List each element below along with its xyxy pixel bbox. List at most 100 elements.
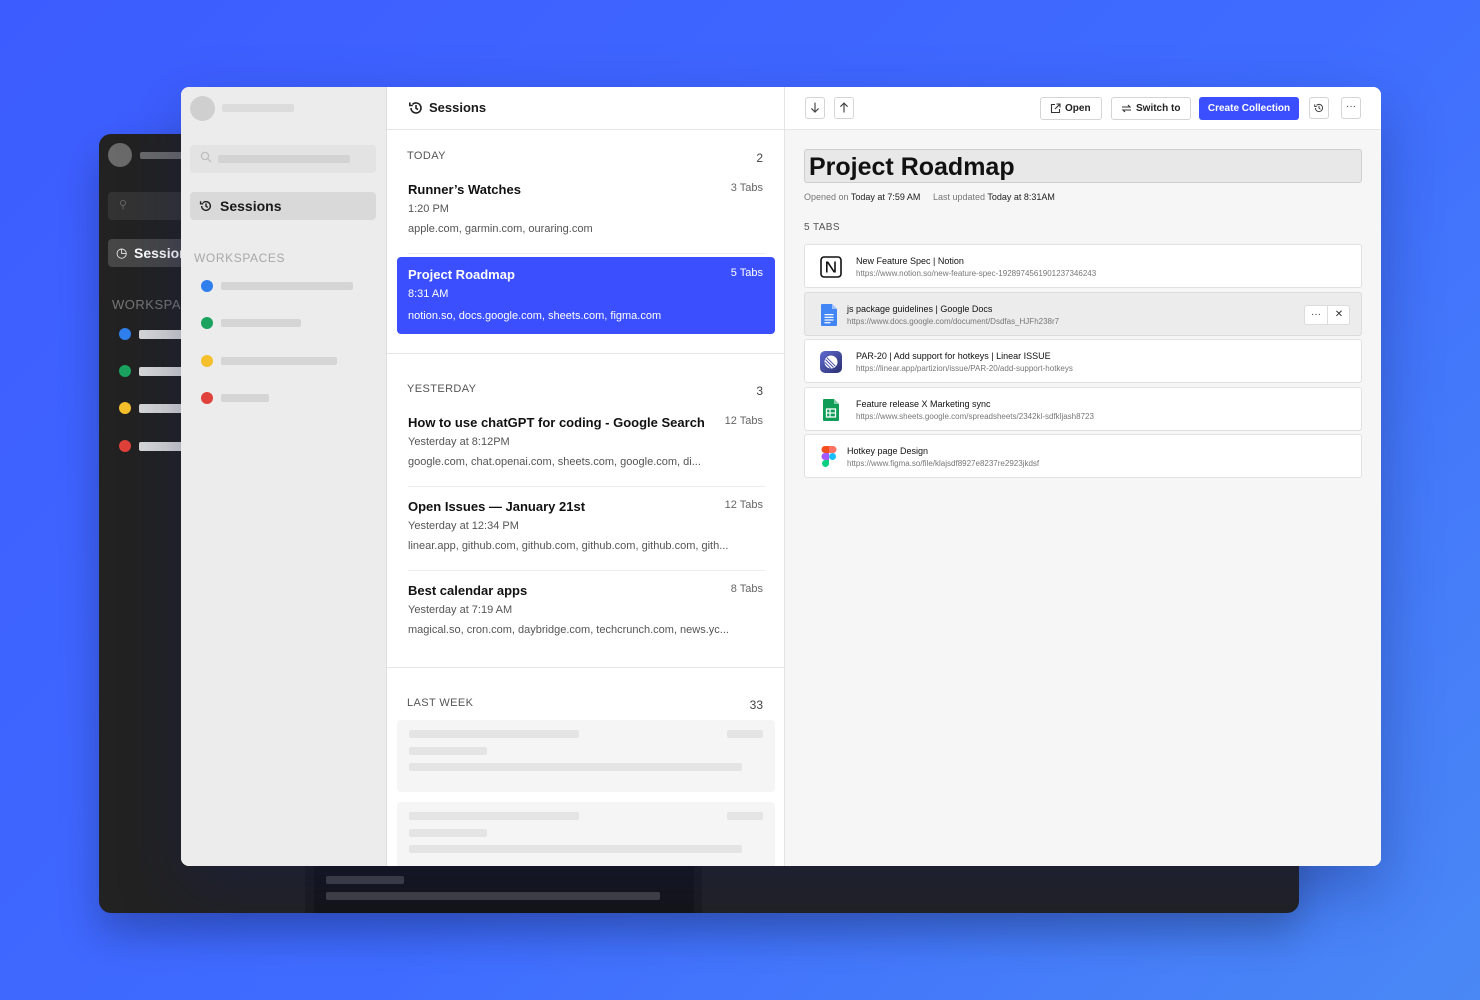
session-title: How to use chatGPT for coding - Google S… (408, 415, 705, 430)
sidebar-item-workspace[interactable] (201, 355, 361, 369)
session-item[interactable]: How to use chatGPT for coding - Google S… (397, 407, 775, 487)
updated-value: Today at 8:31AM (987, 192, 1055, 202)
session-time: Yesterday at 7:19 AM (408, 604, 513, 616)
history-button[interactable] (1309, 97, 1329, 119)
session-title-input[interactable]: Project Roadmap (804, 149, 1362, 183)
tab-title: PAR-20 | Add support for hotkeys | Linea… (856, 351, 1051, 361)
user-name-placeholder (222, 104, 294, 112)
search-placeholder (218, 155, 350, 163)
tab-url: https://www.notion.so/new-feature-spec-1… (856, 269, 1097, 278)
session-domains: notion.so, docs.google.com, sheets.com, … (408, 310, 662, 322)
tab-title: Hotkey page Design (847, 446, 929, 456)
group-label: TODAY (407, 150, 446, 162)
divider (408, 570, 765, 571)
tab-item[interactable]: Hotkey page Design https://www.figma.so/… (804, 434, 1362, 478)
workspace-name-placeholder (221, 319, 301, 327)
workspace-color-dot (119, 440, 131, 452)
search-input[interactable] (190, 145, 376, 173)
tab-item[interactable]: PAR-20 | Add support for hotkeys | Linea… (804, 339, 1362, 383)
updated-label: Last updated (932, 192, 985, 202)
divider (387, 353, 784, 354)
tab-item[interactable]: js package guidelines | Google Docs http… (804, 292, 1362, 336)
next-session-button[interactable] (805, 97, 825, 119)
session-item-skeleton[interactable] (397, 720, 775, 792)
session-detail: Open Switch to Create Collection ··· Pro… (785, 87, 1381, 866)
previous-session-button[interactable] (834, 97, 854, 119)
skeleton-line (409, 845, 742, 853)
workspace-color-dot (119, 365, 131, 377)
workspace-name-placeholder (221, 357, 337, 365)
session-title: Runner’s Watches (408, 182, 521, 197)
session-time: 1:20 PM (408, 203, 449, 215)
session-time: Yesterday at 12:34 PM (408, 520, 519, 532)
history-icon (1314, 103, 1324, 113)
tab-url: https://www.docs.google.com/document/Dsd… (847, 317, 1060, 326)
session-item-selected[interactable]: Project Roadmap 5 Tabs 8:31 AM notion.so… (397, 257, 775, 334)
divider (387, 667, 784, 668)
workspace-color-dot (201, 317, 213, 329)
divider (408, 253, 765, 254)
session-title-text: Project Roadmap (809, 153, 1015, 181)
notion-icon (820, 256, 842, 278)
group-count: 2 (756, 151, 763, 165)
figma-icon (821, 446, 837, 467)
session-tab-count: 3 Tabs (730, 182, 763, 194)
session-time: 8:31 AM (408, 288, 449, 300)
switch-arrows-icon (1121, 104, 1132, 113)
arrow-down-icon (810, 102, 820, 113)
arrow-up-icon (839, 102, 849, 113)
session-tab-count: 12 Tabs (724, 415, 763, 427)
workspace-color-dot (201, 392, 213, 404)
skeleton-line (409, 829, 487, 837)
open-label: Open (1065, 103, 1091, 114)
avatar[interactable] (190, 96, 215, 121)
session-meta: Opened on Today at 7:59 AM Last updated … (804, 192, 1055, 202)
session-item[interactable]: Runner’s Watches 3 Tabs 1:20 PM apple.co… (397, 174, 775, 254)
workspace-color-dot (201, 355, 213, 367)
skeleton-line (409, 812, 579, 820)
session-domains: linear.app, github.com, github.com, gith… (408, 540, 729, 552)
history-icon (409, 102, 422, 114)
open-button[interactable]: Open (1040, 97, 1102, 120)
group-label: LAST WEEK (407, 697, 474, 709)
session-domains: magical.so, cron.com, daybridge.com, tec… (408, 624, 729, 636)
tab-url: https://www.figma.so/file/klajsdf8927e82… (847, 459, 1040, 468)
more-options-button[interactable]: ··· (1341, 97, 1361, 119)
close-tab-button[interactable]: ✕ (1328, 309, 1350, 320)
sidebar-item-workspace[interactable] (201, 392, 361, 406)
session-title: Open Issues — January 21st (408, 499, 586, 514)
sidebar-item-workspace[interactable] (201, 280, 361, 294)
session-item[interactable]: Best calendar apps 8 Tabs Yesterday at 7… (397, 575, 775, 655)
list-header: Sessions (387, 87, 784, 130)
group-label: YESTERDAY (407, 383, 477, 395)
session-item[interactable]: Open Issues — January 21st 12 Tabs Yeste… (397, 491, 775, 571)
app-window: Sessions WORKSPACES Sessions TODAY 2 Run… (181, 87, 1381, 866)
history-icon: ◷ (116, 245, 128, 260)
tabs-count-label: 5 TABS (804, 222, 840, 233)
workspaces-heading: WORKSPACES (194, 251, 286, 265)
session-domains: google.com, chat.openai.com, sheets.com,… (408, 456, 701, 468)
session-tab-count: 12 Tabs (724, 499, 763, 511)
skeleton-line (326, 892, 660, 900)
workspace-color-dot (119, 402, 131, 414)
group-count: 3 (756, 384, 763, 398)
switch-to-label: Switch to (1136, 103, 1181, 114)
skeleton-line (409, 763, 742, 771)
tab-title: js package guidelines | Google Docs (847, 304, 993, 314)
avatar (108, 143, 132, 167)
sessions-list: Sessions TODAY 2 Runner’s Watches 3 Tabs… (387, 87, 785, 866)
sidebar-item-workspace[interactable] (201, 317, 361, 331)
tab-more-button[interactable]: ··· (1305, 309, 1327, 320)
session-tab-count: 8 Tabs (730, 583, 763, 595)
create-collection-button[interactable]: Create Collection (1199, 97, 1299, 120)
session-item-skeleton[interactable] (397, 802, 775, 866)
skeleton-line (409, 730, 579, 738)
skeleton-line (727, 730, 763, 738)
search-icon: ⚲ (119, 199, 128, 211)
tab-item[interactable]: Feature release X Marketing sync https:/… (804, 387, 1362, 431)
sidebar-item-sessions[interactable]: Sessions (190, 192, 376, 220)
workspace-name-placeholder (221, 282, 353, 290)
switch-to-button[interactable]: Switch to (1111, 97, 1191, 120)
session-time: Yesterday at 8:12PM (408, 436, 510, 448)
tab-item[interactable]: New Feature Spec | Notion https://www.no… (804, 244, 1362, 288)
